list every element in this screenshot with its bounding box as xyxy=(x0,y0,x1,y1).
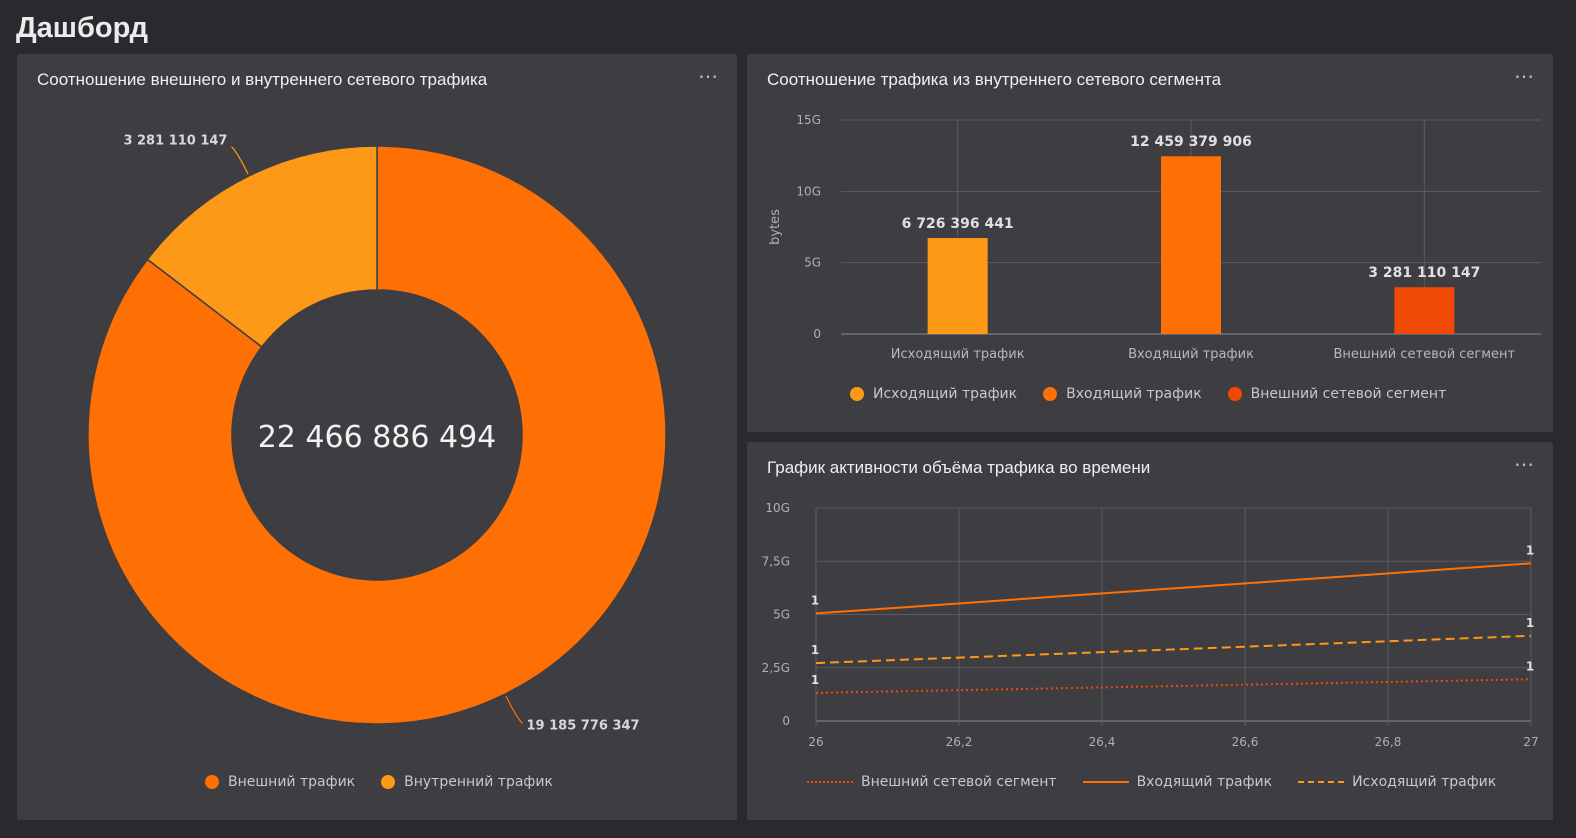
donut-chart: 19 185 776 347 3 281 110 147 22 466 886 49… xyxy=(87,134,667,733)
point-value-label: 1 xyxy=(811,643,819,657)
legend-label: Внешний трафик xyxy=(228,774,356,790)
bar-value-label: 3 281 110 147 xyxy=(1368,265,1480,281)
legend-item: Исходящий трафик xyxy=(850,386,1017,402)
panel-activity-over-time: График активности объёма трафика во врем… xyxy=(747,442,1553,820)
legend-swatch xyxy=(807,781,853,783)
bar-chart: 0 5G 10G 15G bytes 6 726 396 441 Исходящий тра… xyxy=(768,113,1541,362)
series-line[interactable] xyxy=(815,678,1532,694)
bar[interactable] xyxy=(927,238,988,334)
point-value-label: 1 xyxy=(1526,543,1534,557)
point-value-label: 1 xyxy=(1526,659,1534,673)
x-tick-label: 26,6 xyxy=(1232,735,1259,749)
y-tick-label: 15G xyxy=(796,113,821,127)
x-tick-label: 26,8 xyxy=(1375,735,1402,749)
legend-item: Внешний сетевой сегмент xyxy=(1227,386,1447,402)
x-tick-label: Входящий трафик xyxy=(1128,347,1254,362)
bar-value-label: 12 459 379 906 xyxy=(1130,134,1252,150)
legend-swatch xyxy=(205,775,219,789)
line-legend: Внешний сетевой сегмент Входящий трафик Ис… xyxy=(807,774,1522,790)
y-tick-label: 10G xyxy=(765,501,790,515)
line-chart: 0 2,5G 5G 7,5G 10G 26 26,2 26,4 26,6 26,8 27 1 1 1 1 1 1 xyxy=(762,501,1539,749)
y-tick-label: 0 xyxy=(782,714,790,728)
x-tick-label: Исходящий трафик xyxy=(891,347,1025,362)
legend-swatch xyxy=(1043,387,1058,401)
slice-leader-line xyxy=(231,146,249,175)
donut-legend: Внешний трафик Внутренний трафик xyxy=(205,774,579,790)
legend-item: Входящий трафик xyxy=(1082,774,1273,790)
legend-item: Внешний сетевой сегмент xyxy=(807,774,1057,790)
legend-label: Внешний сетевой сегмент xyxy=(861,774,1057,790)
x-tick-label: 27 xyxy=(1523,735,1538,749)
x-tick-label: 26,4 xyxy=(1089,735,1116,749)
legend-swatch xyxy=(1082,781,1129,783)
point-value-label: 1 xyxy=(1526,616,1534,630)
legend-label: Внешний сетевой сегмент xyxy=(1250,386,1447,402)
y-axis-label: bytes xyxy=(768,209,783,245)
y-tick-label: 5G xyxy=(773,608,790,622)
series-line[interactable] xyxy=(815,562,1532,615)
slice-value-label: 3 281 110 147 xyxy=(123,134,227,149)
bar[interactable] xyxy=(1394,287,1455,334)
legend-item: Входящий трафик xyxy=(1043,386,1202,402)
y-tick-label: 2,5G xyxy=(762,661,790,675)
legend-swatch xyxy=(1227,387,1242,401)
x-tick-label: 26,2 xyxy=(946,735,973,749)
y-tick-label: 10G xyxy=(796,184,821,198)
y-tick-label: 7,5G xyxy=(762,554,790,568)
panel-internal-segment: Соотношение трафика из внутреннего сетев… xyxy=(747,54,1553,432)
panel-traffic-ratio: Соотношение внешнего и внутреннего сетев… xyxy=(17,54,737,820)
y-tick-label: 5G xyxy=(804,256,821,270)
legend-label: Исходящий трафик xyxy=(1352,774,1497,790)
legend-label: Исходящий трафик xyxy=(873,386,1018,402)
legend-label: Внутренний трафик xyxy=(404,774,553,790)
point-value-label: 1 xyxy=(811,673,819,687)
legend-item: Исходящий трафик xyxy=(1298,774,1496,790)
bar[interactable] xyxy=(1161,156,1221,334)
legend-label: Входящий трафик xyxy=(1136,774,1273,790)
legend-label: Входящий трафик xyxy=(1066,386,1202,402)
slice-value-label: 19 185 776 347 xyxy=(527,718,640,733)
point-value-label: 1 xyxy=(811,593,819,607)
legend-item: Внешний трафик xyxy=(205,774,355,790)
page-title: Дашборд xyxy=(16,12,148,44)
legend-swatch xyxy=(850,387,864,401)
y-tick-label: 0 xyxy=(813,327,821,341)
x-tick-label: Внешний сетевой сегмент xyxy=(1334,347,1516,362)
series-line[interactable] xyxy=(815,634,1532,665)
bar-value-label: 6 726 396 441 xyxy=(902,216,1014,232)
bar-legend: Исходящий трафик Входящий трафик Внешний с… xyxy=(850,386,1472,402)
x-tick-label: 26 xyxy=(808,735,823,749)
slice-leader-line xyxy=(505,695,523,724)
donut-center-total: 22 466 886 494 xyxy=(258,420,497,455)
legend-item: Внутренний трафик xyxy=(381,774,553,790)
legend-swatch xyxy=(1298,781,1345,783)
legend-swatch xyxy=(381,775,396,789)
